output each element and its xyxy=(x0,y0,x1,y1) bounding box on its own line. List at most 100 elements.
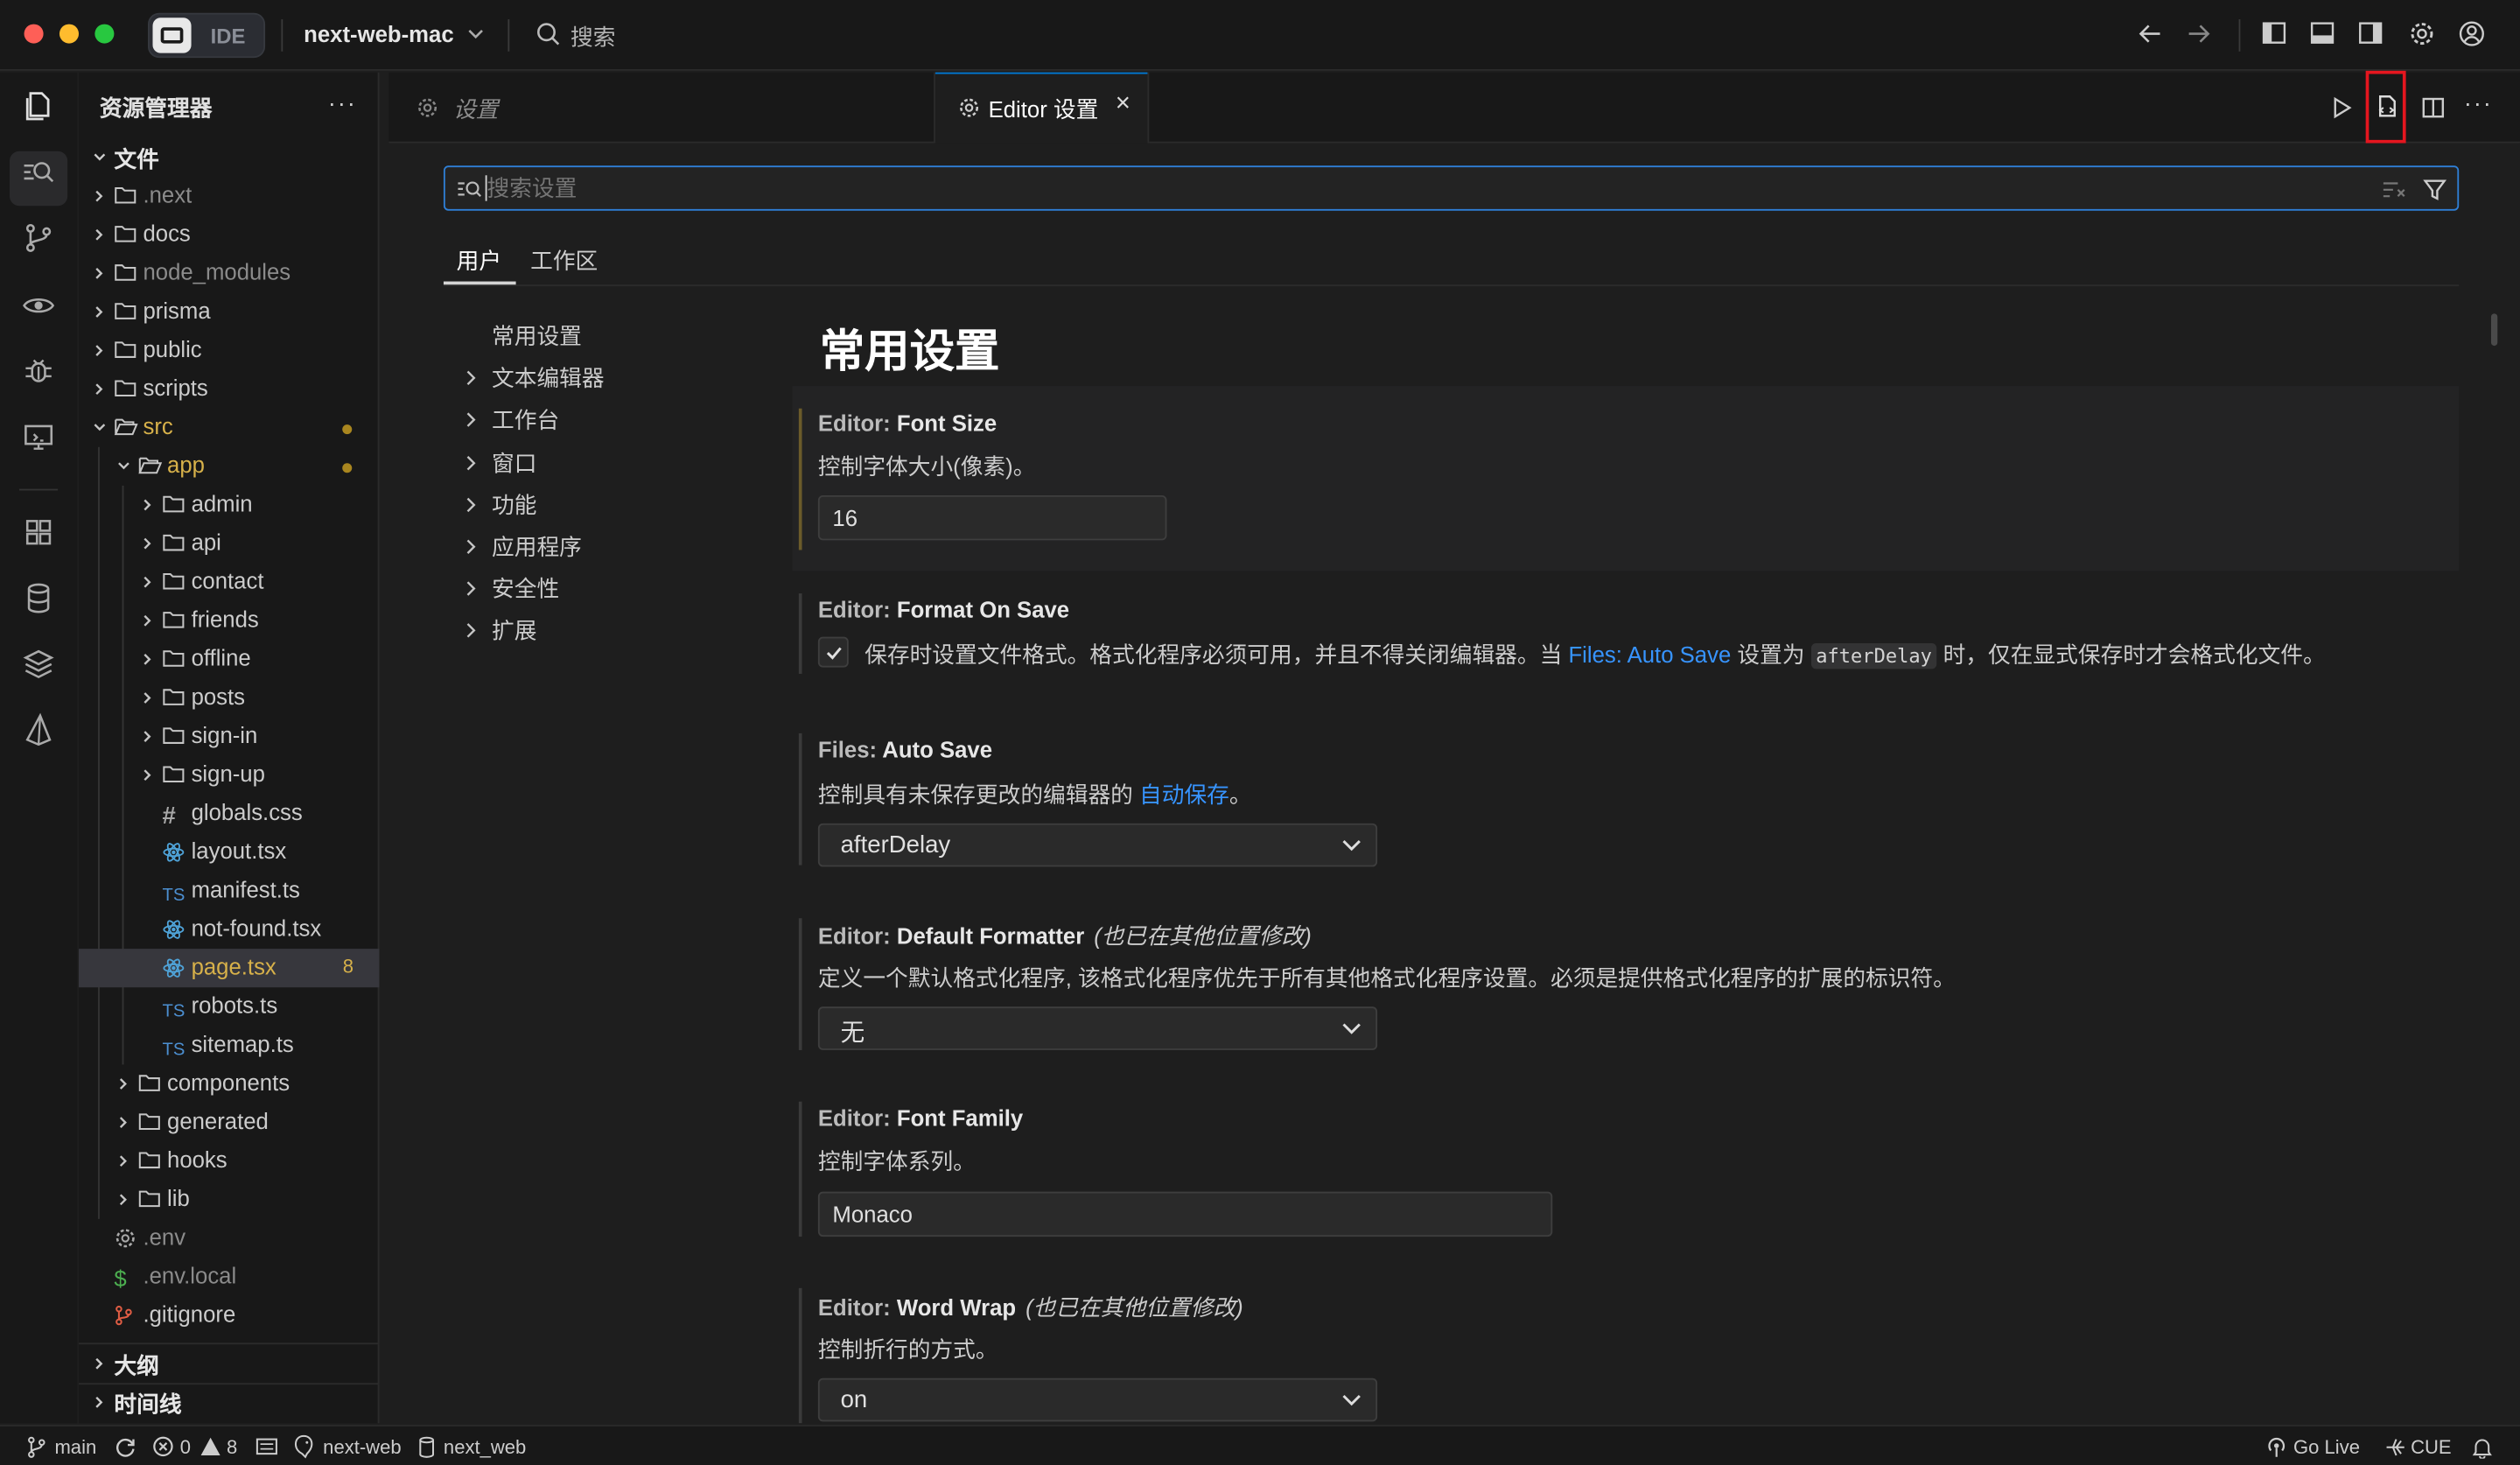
search-view-icon[interactable] xyxy=(21,154,56,189)
remote-explorer-icon[interactable] xyxy=(21,420,56,455)
tree-folder-hooks[interactable]: hooks xyxy=(79,1142,379,1181)
account-icon[interactable] xyxy=(2457,19,2486,48)
tree-folder-posts[interactable]: posts xyxy=(79,678,379,717)
layers-icon[interactable] xyxy=(21,647,56,682)
tree-file-gitignore[interactable]: .gitignore xyxy=(79,1296,379,1335)
toc-item[interactable]: 扩展 xyxy=(492,615,536,648)
settings-scrollbar[interactable] xyxy=(2490,313,2498,347)
bell-icon[interactable] xyxy=(2472,1436,2493,1459)
font-size-input[interactable]: 16 xyxy=(817,494,1167,541)
folder-open-icon xyxy=(138,455,163,474)
warning-count[interactable]: 8 xyxy=(227,1436,237,1459)
toc-item[interactable]: 应用程序 xyxy=(492,530,582,563)
toggle-primary-sidebar-icon[interactable] xyxy=(2261,19,2286,48)
tree-file-page-tsx[interactable]: page.tsx 8 xyxy=(78,949,380,988)
tree-folder-friends[interactable]: friends xyxy=(79,601,379,640)
project-name[interactable]: next-web-mac xyxy=(304,21,453,46)
tab-editor-settings[interactable]: Editor 设置 × xyxy=(934,72,1150,144)
tree-file-robots-ts[interactable]: TS robots.ts xyxy=(79,987,379,1026)
tree-file-sitemap-ts[interactable]: TS sitemap.ts xyxy=(79,1026,379,1064)
tree-file-not-found-tsx[interactable]: not-found.tsx xyxy=(79,910,379,949)
toc-item[interactable]: 安全性 xyxy=(492,573,559,606)
split-editor-icon[interactable] xyxy=(2420,95,2446,120)
go-live-button[interactable]: Go Live xyxy=(2293,1436,2360,1459)
settings-search-box[interactable] xyxy=(443,165,2460,211)
toc-item[interactable]: 文本编辑器 xyxy=(492,362,605,395)
scope-tab-workspace[interactable]: 工作区 xyxy=(530,244,598,277)
tree-folder-node-modules[interactable]: node_modules xyxy=(79,254,379,292)
auto-save-select[interactable]: afterDelay xyxy=(817,823,1378,867)
terminal-icon[interactable] xyxy=(256,1438,278,1455)
tree-file-layout-tsx[interactable]: layout.tsx xyxy=(79,833,379,872)
word-wrap-select[interactable]: on xyxy=(817,1377,1378,1422)
tree-folder-sign-in[interactable]: sign-in xyxy=(79,718,379,756)
format-on-save-checkbox[interactable] xyxy=(817,636,849,668)
error-count[interactable]: 0 xyxy=(180,1436,191,1459)
tree-folder-components[interactable]: components xyxy=(79,1064,379,1103)
explorer-more-button[interactable]: ··· xyxy=(328,90,357,117)
tab-editor-settings-label: Editor 设置 xyxy=(988,96,1099,123)
toc-item[interactable]: 功能 xyxy=(492,488,536,521)
ide-badge[interactable]: IDE xyxy=(147,12,266,59)
tree-folder-sign-up[interactable]: sign-up xyxy=(79,756,379,795)
editor-more-actions-button[interactable]: ··· xyxy=(2464,90,2493,117)
maximize-window-button[interactable] xyxy=(94,24,115,44)
tree-folder-admin[interactable]: admin xyxy=(79,486,379,524)
tree-folder-contact[interactable]: contact xyxy=(79,563,379,601)
tree-file-env[interactable]: .env xyxy=(79,1219,379,1258)
run-play-icon[interactable] xyxy=(2328,95,2354,120)
source-control-icon[interactable] xyxy=(21,221,56,256)
tree-file-globals-css[interactable]: # globals.css xyxy=(79,795,379,833)
arrow-right-icon[interactable] xyxy=(2184,19,2213,48)
filter-icon[interactable] xyxy=(2422,177,2447,202)
toggle-panel-icon[interactable] xyxy=(2309,19,2334,48)
close-window-button[interactable] xyxy=(24,24,44,44)
database-icon[interactable] xyxy=(21,580,56,615)
language-mode[interactable]: CUE xyxy=(2411,1436,2452,1459)
tree-file-manifest-ts[interactable]: TS manifest.ts xyxy=(79,872,379,910)
prisma-icon[interactable] xyxy=(21,712,56,747)
tree-folder-prisma[interactable]: prisma xyxy=(79,292,379,331)
tree-folder-src[interactable]: src xyxy=(79,409,379,447)
tree-folder-offline[interactable]: offline xyxy=(79,640,379,678)
git-branch[interactable]: main xyxy=(54,1436,96,1459)
tab-close-button[interactable]: × xyxy=(1116,90,1130,119)
tree-folder-app[interactable]: app xyxy=(79,447,379,486)
tree-folder-generated[interactable]: generated xyxy=(79,1104,379,1142)
settings-search-input[interactable] xyxy=(486,175,2335,201)
tree-folder-public[interactable]: public xyxy=(79,332,379,370)
timeline-section-header[interactable]: 时间线 xyxy=(79,1383,379,1421)
tree-file-env-local[interactable]: $ .env.local xyxy=(79,1258,379,1296)
extensions-icon[interactable] xyxy=(21,515,56,550)
command-search[interactable]: 搜索 xyxy=(570,21,615,53)
arrow-left-icon[interactable] xyxy=(2136,19,2165,48)
preview-eye-icon[interactable] xyxy=(21,288,56,323)
tab-settings[interactable]: 设置 xyxy=(388,73,544,144)
default-formatter-select[interactable]: 无 xyxy=(817,1006,1378,1050)
tree-folder-scripts[interactable]: scripts xyxy=(79,370,379,409)
tree-folder-api[interactable]: api xyxy=(79,524,379,563)
tree-folder-docs[interactable]: docs xyxy=(79,215,379,254)
database-name[interactable]: next_web xyxy=(444,1436,526,1459)
files-section-header[interactable]: 文件 xyxy=(79,138,379,177)
outline-section-header[interactable]: 大纲 xyxy=(79,1344,379,1383)
tree-folder-next[interactable]: .next xyxy=(79,177,379,215)
gear-icon[interactable] xyxy=(2407,19,2436,48)
remote-connection[interactable]: next-web xyxy=(323,1436,401,1459)
sync-icon[interactable] xyxy=(114,1436,136,1459)
chevron-down-icon[interactable] xyxy=(467,23,483,46)
toc-item[interactable]: 窗口 xyxy=(492,446,536,479)
toc-item[interactable]: 工作台 xyxy=(492,404,559,437)
search-icon[interactable] xyxy=(536,19,561,48)
auto-save-doc-link[interactable]: 自动保存 xyxy=(1139,782,1229,807)
toggle-secondary-sidebar-icon[interactable] xyxy=(2357,19,2383,48)
auto-save-link[interactable]: Files: Auto Save xyxy=(1568,641,1731,667)
toc-item[interactable]: 常用设置 xyxy=(492,320,582,353)
tree-folder-lib[interactable]: lib xyxy=(79,1181,379,1219)
minimize-window-button[interactable] xyxy=(59,24,79,44)
font-family-input[interactable]: Monaco xyxy=(817,1191,1553,1237)
scope-tab-user[interactable]: 用户 xyxy=(457,244,501,277)
explorer-icon[interactable] xyxy=(21,88,56,123)
clear-filter-icon[interactable] xyxy=(2382,179,2407,201)
debug-bug-icon[interactable] xyxy=(21,354,56,389)
